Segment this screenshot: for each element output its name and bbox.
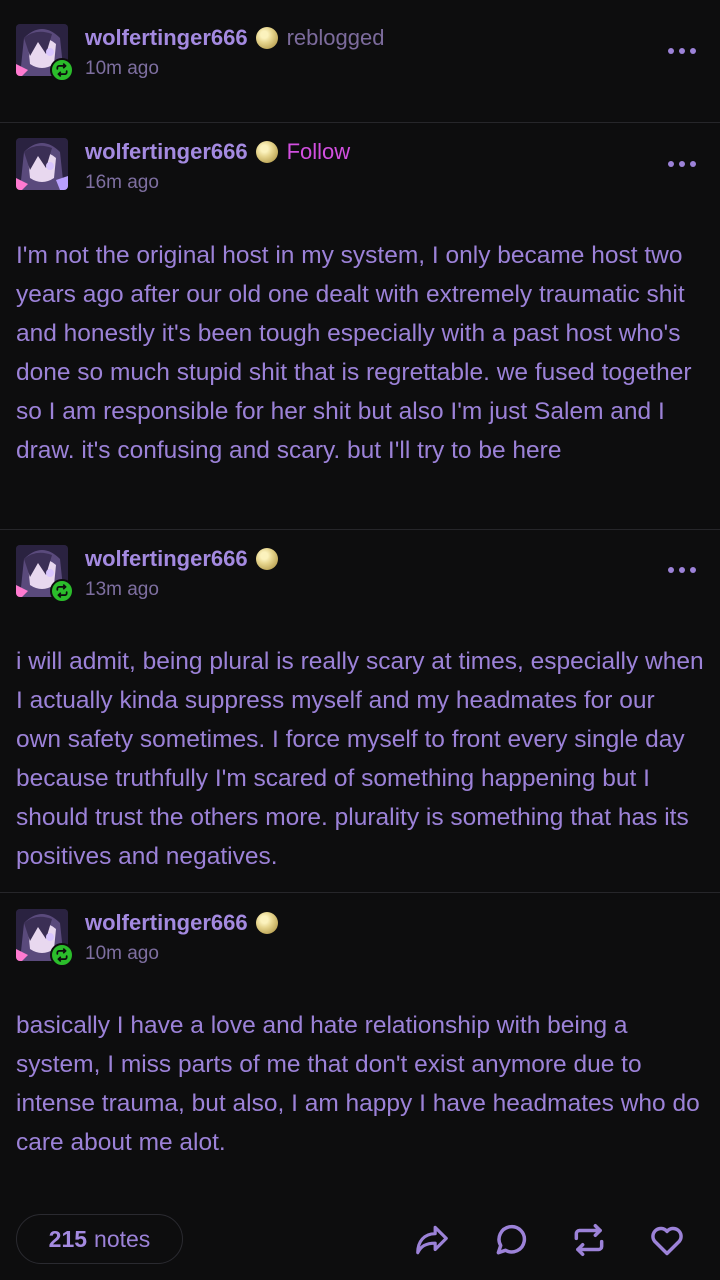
timestamp: 16m ago: [85, 172, 159, 193]
divider: [0, 892, 720, 893]
avatar[interactable]: [16, 909, 74, 967]
moon-badge-icon: [255, 548, 278, 570]
post-header: wolfertinger666 Follow 16m ago: [0, 138, 720, 194]
reply-icon[interactable]: [491, 1220, 531, 1260]
like-icon[interactable]: [647, 1220, 687, 1260]
avatar[interactable]: [16, 138, 68, 190]
reblog-badge-icon: [50, 943, 74, 967]
divider: [0, 122, 720, 123]
post-body: basically I have a love and hate relatio…: [16, 1012, 700, 1156]
notes-button[interactable]: 215 notes: [16, 1214, 183, 1264]
timestamp: 10m ago: [85, 58, 159, 79]
post-body: I'm not the original host in my system, …: [16, 242, 692, 464]
reblog-icon[interactable]: [569, 1220, 609, 1260]
more-options-icon[interactable]: [668, 567, 696, 573]
timestamp: 13m ago: [85, 579, 159, 600]
username[interactable]: wolfertinger666: [85, 139, 248, 165]
post: wolfertinger666 10m ago basically I have…: [0, 909, 720, 1162]
post: wolfertinger666 Follow 16m ago I'm not t…: [0, 138, 720, 470]
post-footer: 215 notes: [0, 1214, 720, 1264]
avatar-image: [16, 138, 68, 190]
notes-count: 215: [48, 1225, 88, 1252]
username[interactable]: wolfertinger666: [85, 910, 248, 936]
reblog-badge-icon: [50, 579, 74, 603]
avatar[interactable]: [16, 545, 74, 603]
post-header: wolfertinger666 10m ago: [0, 909, 720, 967]
username[interactable]: wolfertinger666: [85, 25, 248, 51]
timestamp: 10m ago: [85, 943, 159, 964]
share-icon[interactable]: [412, 1220, 452, 1260]
reblog-badge-icon: [50, 58, 74, 82]
moon-badge-icon: [255, 912, 278, 934]
username[interactable]: wolfertinger666: [85, 546, 248, 572]
post-body: i will admit, being plural is really sca…: [16, 648, 704, 870]
reblog-header: wolfertinger666 reblogged 10m ago: [0, 24, 720, 82]
moon-badge-icon: [255, 141, 278, 163]
divider: [0, 529, 720, 530]
notes-label: notes: [94, 1225, 151, 1252]
avatar[interactable]: [16, 24, 74, 82]
more-options-icon[interactable]: [668, 48, 696, 54]
reblogged-label: reblogged: [286, 25, 385, 50]
post-header: wolfertinger666 reblogged 10m ago: [0, 24, 720, 82]
moon-badge-icon: [255, 27, 278, 49]
more-options-icon[interactable]: [668, 161, 696, 167]
post: wolfertinger666 13m ago i will admit, be…: [0, 545, 720, 876]
follow-button[interactable]: Follow: [287, 139, 351, 165]
post-header: wolfertinger666 13m ago: [0, 545, 720, 603]
